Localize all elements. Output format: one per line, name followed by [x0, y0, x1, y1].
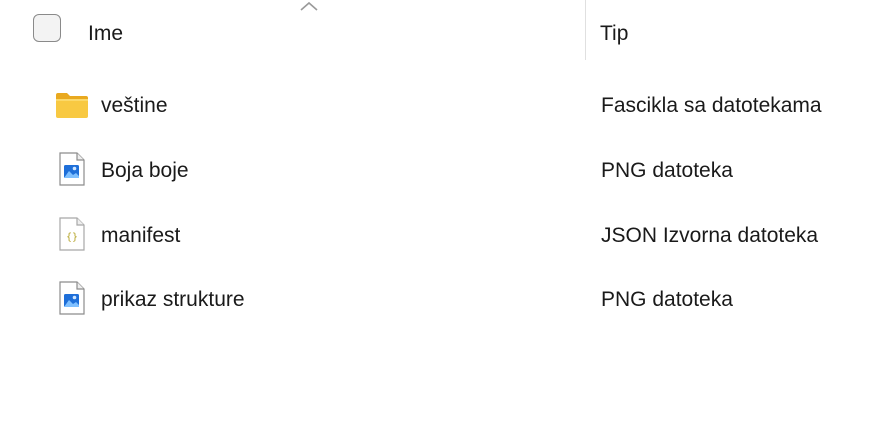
image-file-icon	[59, 281, 85, 315]
chevron-up-icon[interactable]	[299, 0, 319, 12]
file-name: veštine	[101, 94, 168, 117]
column-header-row: Ime Tip	[0, 0, 883, 62]
column-divider[interactable]	[585, 0, 586, 60]
file-type: PNG datoteka	[601, 159, 733, 182]
file-type: PNG datoteka	[601, 288, 733, 311]
folder-icon	[56, 93, 88, 118]
list-item[interactable]: Boja boje PNG datoteka	[0, 139, 883, 203]
json-file-icon: {}	[59, 217, 85, 251]
file-name: Boja boje	[101, 159, 189, 182]
list-item[interactable]: prikaz strukture PNG datoteka	[0, 268, 883, 332]
file-explorer-list: Ime Tip veštine Fascikla sa datotekama B…	[0, 0, 883, 421]
image-file-icon	[59, 152, 85, 186]
column-header-name[interactable]: Ime	[88, 22, 123, 46]
file-name: prikaz strukture	[101, 288, 245, 311]
file-name: manifest	[101, 224, 181, 247]
svg-text:{}: {}	[66, 232, 78, 243]
list-item[interactable]: {} manifest JSON Izvorna datoteka	[0, 204, 883, 268]
file-type: JSON Izvorna datoteka	[601, 224, 819, 247]
column-header-type[interactable]: Tip	[600, 22, 628, 46]
list-item[interactable]: veštine Fascikla sa datotekama	[0, 74, 883, 138]
file-type: Fascikla sa datotekama	[601, 94, 822, 117]
select-all-checkbox[interactable]	[33, 14, 61, 42]
